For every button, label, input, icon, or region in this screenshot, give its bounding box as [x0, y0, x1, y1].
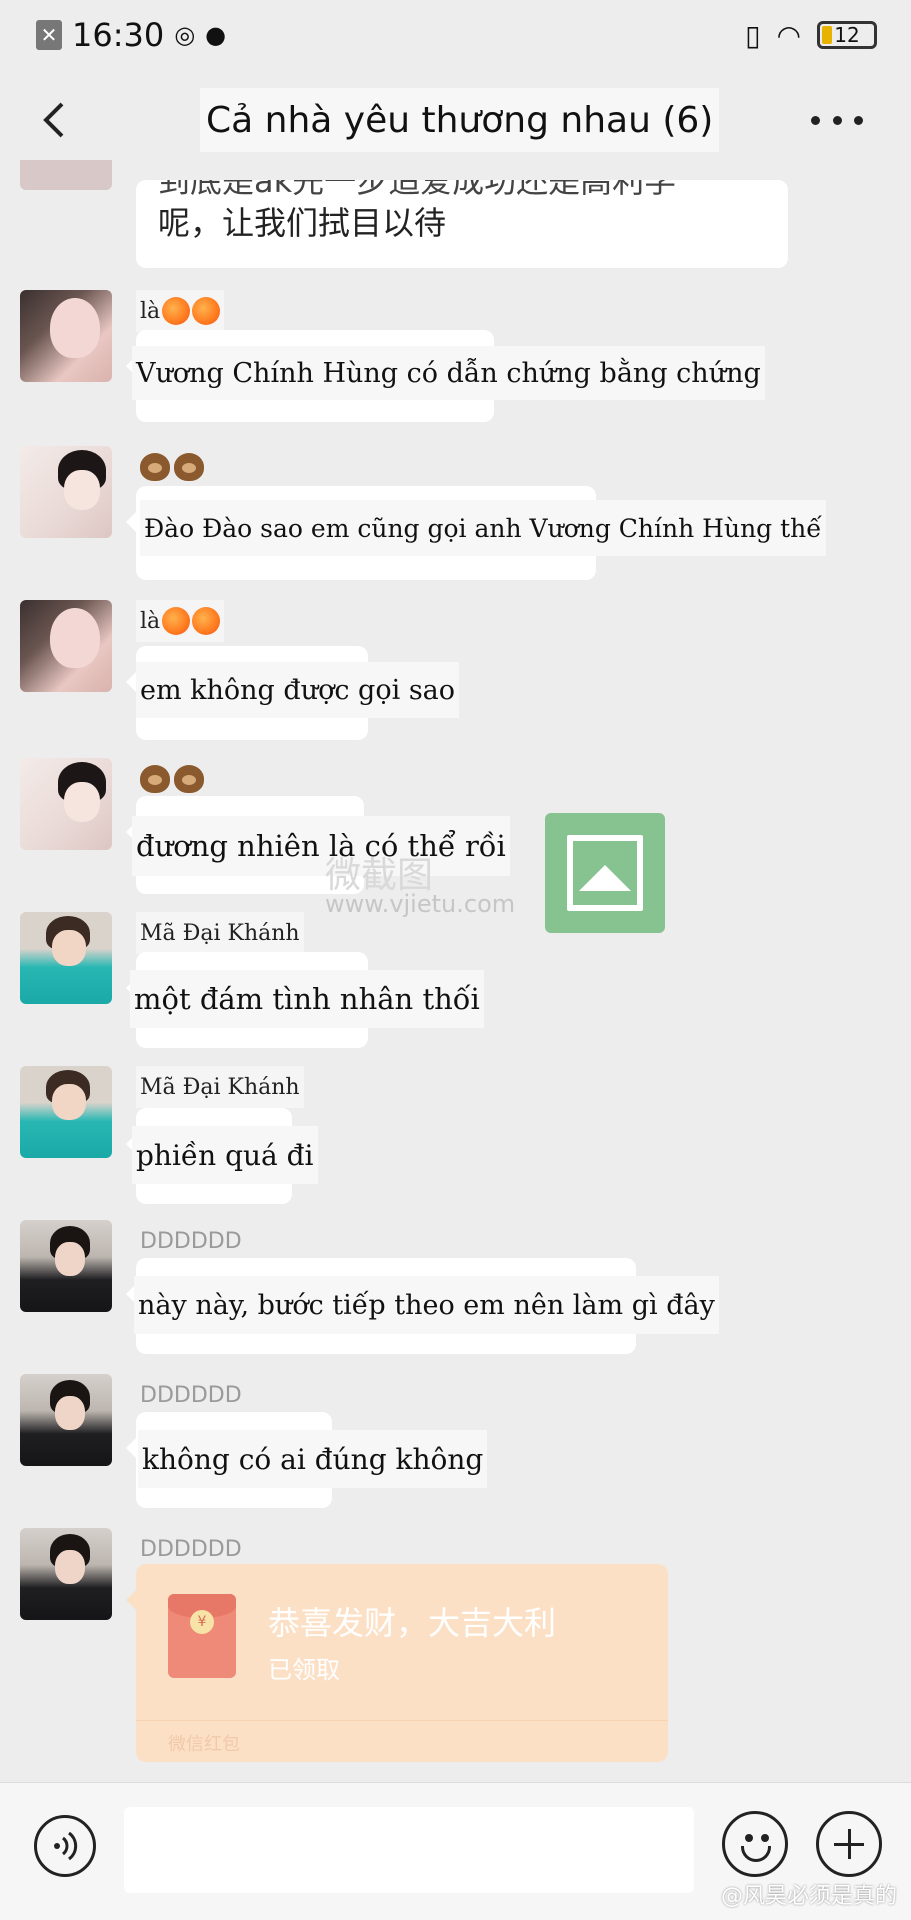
emoji-icon [745, 1834, 753, 1842]
status-time: 16:30 [72, 16, 165, 54]
emoji-button[interactable] [722, 1811, 788, 1877]
message-input[interactable] [124, 1807, 694, 1893]
chat-title: Cả nhà yêu thương nhau (6) [200, 88, 720, 152]
message-text: không có ai đúng không [138, 1430, 488, 1488]
red-packet-bubble[interactable]: ¥ 恭喜发财，大吉大利 已领取 微信红包 [126, 1564, 668, 1762]
bear-emoji-icon [140, 453, 170, 481]
avatar[interactable] [20, 1066, 112, 1158]
red-packet-status: 已领取 [268, 1656, 340, 1684]
sender-name: Mã Đại Khánh [136, 1066, 304, 1108]
wechat-icon: ● [205, 21, 227, 49]
avatar[interactable] [20, 758, 112, 850]
message-text: đương nhiên là có thể rồi [132, 816, 510, 876]
chat-messages[interactable]: 到底是ak先一步追爱成功还是高利学 呢，让我们拭目以待 là Vương Chí… [0, 160, 911, 1780]
message-text: này này, bước tiếp theo em nên làm gì đâ… [134, 1276, 719, 1334]
red-envelope-icon: ¥ [168, 1594, 236, 1678]
chat-header: Cả nhà yêu thương nhau (6) [0, 80, 911, 160]
bear-emoji-icon [174, 453, 204, 481]
voice-icon [54, 1831, 78, 1861]
avatar[interactable] [20, 1528, 112, 1620]
peach-emoji-icon [162, 297, 191, 325]
peach-emoji-icon [192, 607, 221, 635]
weibo-icon: ◎ [174, 21, 196, 49]
avatar[interactable] [20, 1220, 112, 1312]
sender-name: Mã Đại Khánh [136, 912, 304, 954]
message-text: Đào Đào sao em cũng gọi anh Vương Chính … [140, 500, 826, 556]
sender-name [136, 446, 212, 488]
wifi-icon: ◠ [776, 18, 801, 52]
avatar[interactable] [20, 912, 112, 1004]
vibrate-icon: ▯ [745, 18, 761, 52]
message-bubble[interactable]: 到底是ak先一步追爱成功还是高利学 呢，让我们拭目以待 [136, 180, 788, 268]
notification-close-icon: ✕ [36, 20, 62, 50]
avatar [20, 160, 112, 190]
more-options-button[interactable] [811, 110, 863, 130]
avatar[interactable] [20, 446, 112, 538]
bear-emoji-icon [140, 765, 170, 793]
bear-emoji-icon [174, 765, 204, 793]
avatar[interactable] [20, 1374, 112, 1466]
more-dots-icon [811, 115, 820, 125]
image-watermark-icon [545, 813, 665, 933]
peach-emoji-icon [162, 607, 191, 635]
more-functions-button[interactable] [816, 1811, 882, 1877]
peach-emoji-icon [192, 297, 221, 325]
message-text: một đám tình nhân thối [130, 970, 484, 1028]
sender-name: là [136, 600, 225, 642]
message-text: em không được gọi sao [136, 662, 460, 718]
avatar[interactable] [20, 600, 112, 692]
voice-input-button[interactable] [34, 1815, 96, 1877]
status-bar: ✕ 16:30 ◎ ● ▯ ◠ 12 [0, 0, 911, 70]
input-bar: @风昊必须是真的 [0, 1782, 911, 1920]
battery-level: 12 [834, 23, 860, 47]
sender-name: DDDDDD [140, 1228, 242, 1254]
red-packet-title: 恭喜发财，大吉大利 [268, 1604, 557, 1642]
message-text: 呢，让我们拭目以待 [158, 204, 447, 242]
message-text: phiền quá đi [132, 1126, 318, 1184]
sender-name: là [136, 290, 225, 332]
sender-name [136, 758, 212, 800]
red-packet-footer: 微信红包 [168, 1734, 240, 1755]
divider [136, 1720, 668, 1721]
message-text: 到底是ak先一步追爱成功还是高利学 [158, 180, 677, 200]
message-text: Vương Chính Hùng có dẫn chứng bằng chứng [132, 346, 765, 400]
battery-icon: 12 [817, 21, 877, 49]
watermark-site: www.vjietu.com [325, 890, 516, 918]
back-arrow-icon [43, 102, 64, 138]
avatar[interactable] [20, 290, 112, 382]
back-button[interactable] [36, 98, 76, 142]
sender-name: DDDDDD [140, 1382, 242, 1408]
weibo-watermark: @风昊必须是真的 [720, 1884, 897, 1909]
